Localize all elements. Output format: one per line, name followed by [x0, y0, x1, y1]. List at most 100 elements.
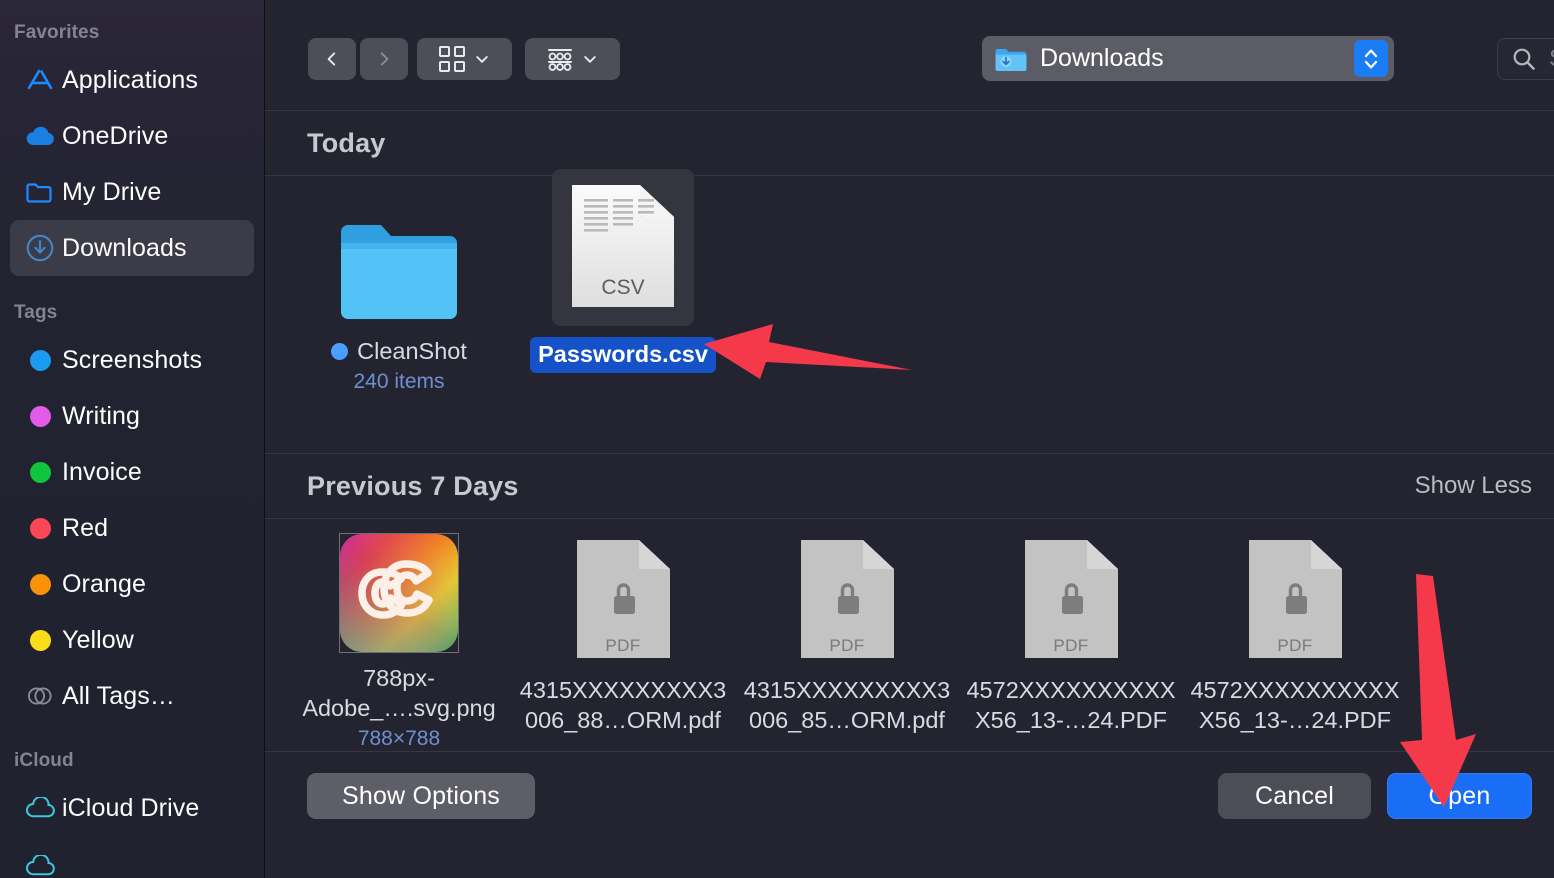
- file-item-pdf-1[interactable]: PDF 4315XXXXXXXXX3 006_88…ORM.pdf: [511, 533, 735, 751]
- sidebar-item-invoice[interactable]: Invoice: [10, 444, 254, 500]
- sidebar-section-header-icloud: iCloud: [14, 750, 74, 771]
- sidebar-item-label: Orange: [62, 569, 146, 598]
- app-store-icon: [18, 65, 62, 95]
- file-label: 4315XXXXXXXXX3 006_85…ORM.pdf: [735, 676, 959, 736]
- sidebar-item-my-drive[interactable]: My Drive: [10, 164, 254, 220]
- sidebar-item-yellow[interactable]: Yellow: [10, 612, 254, 668]
- sidebar-item-icloud-drive[interactable]: iCloud Drive: [10, 780, 254, 836]
- file-name-line1: 4315XXXXXXXXX3: [743, 677, 951, 703]
- sidebar-item-label: Applications: [62, 65, 199, 94]
- group-title: Previous 7 Days: [307, 470, 519, 501]
- sidebar-item-label: Red: [62, 513, 109, 542]
- chevron-down-icon: [476, 56, 488, 63]
- file-type-badge: PDF: [829, 636, 865, 655]
- file-item-pdf-2[interactable]: PDF 4315XXXXXXXXX3 006_85…ORM.pdf: [735, 533, 959, 751]
- path-popup-button[interactable]: Downloads: [982, 36, 1394, 81]
- icloud-outline-icon: [18, 855, 62, 877]
- sidebar-item-label: Yellow: [62, 625, 134, 654]
- tag-dot-icon: [18, 349, 62, 371]
- sidebar-item-writing[interactable]: Writing: [10, 388, 254, 444]
- file-name-line2: Adobe_….svg.png: [302, 695, 496, 722]
- view-options-button[interactable]: [417, 38, 512, 80]
- file-thumbnail: PDF: [1247, 533, 1344, 665]
- locked-pdf-icon: PDF: [1247, 538, 1344, 665]
- toolbar: Downloads Search: [265, 0, 1554, 110]
- sidebar-item-label: OneDrive: [62, 121, 169, 150]
- sidebar-item-screenshots[interactable]: Screenshots: [10, 332, 254, 388]
- sidebar-item-partial-hidden[interactable]: [10, 838, 254, 878]
- download-circle-icon: [18, 233, 62, 263]
- all-tags-icon: [18, 686, 62, 706]
- tag-dot-icon: [18, 573, 62, 595]
- file-subtitle: 240 items: [353, 369, 445, 393]
- blue-folder-icon: [341, 225, 457, 319]
- cancel-button[interactable]: Cancel: [1218, 773, 1371, 819]
- file-item-pdf-4[interactable]: PDF 4572XXXXXXXXXX X56_13-…24.PDF: [1183, 533, 1407, 751]
- file-name-line2: 006_88…ORM.pdf: [525, 706, 721, 733]
- sidebar-item-orange[interactable]: Orange: [10, 556, 254, 612]
- sidebar-item-all-tags[interactable]: All Tags…: [10, 668, 254, 724]
- sidebar-item-applications[interactable]: Applications: [10, 52, 254, 108]
- file-thumbnail: PDF: [799, 533, 896, 665]
- sidebar-item-label: Screenshots: [62, 345, 203, 374]
- group-title: Today: [307, 127, 386, 158]
- file-label: CleanShot 240 items: [287, 337, 511, 394]
- folder-outline-icon: [18, 180, 62, 204]
- locked-pdf-icon: PDF: [1023, 538, 1120, 665]
- tag-dot-icon: [331, 343, 349, 361]
- forward-button[interactable]: [360, 38, 408, 80]
- back-button[interactable]: [308, 38, 356, 80]
- content-pane: Downloads Search Today: [265, 0, 1554, 878]
- file-thumbnail: [339, 533, 459, 654]
- file-thumbnail: CSV: [552, 169, 694, 326]
- file-type-badge: PDF: [605, 636, 641, 655]
- sidebar-item-label: Writing: [62, 401, 141, 430]
- show-less-button[interactable]: Show Less: [1415, 472, 1532, 500]
- file-name-line1: 4572XXXXXXXXXX: [1190, 677, 1400, 703]
- open-button[interactable]: Open: [1387, 773, 1532, 819]
- file-type-badge: PDF: [1277, 636, 1313, 655]
- sidebar-section-header-tags: Tags: [14, 302, 58, 323]
- file-row-previous-7-days: 788px- Adobe_….svg.png 788×788 PDF 4315X…: [265, 519, 1554, 751]
- dialog-button-bar: Show Options Cancel Open: [265, 752, 1554, 840]
- sidebar-item-label: Invoice: [62, 457, 142, 486]
- search-icon: [1513, 48, 1535, 70]
- locked-pdf-icon: PDF: [575, 538, 672, 665]
- file-thumbnail: PDF: [575, 533, 672, 665]
- chevron-up-down-icon[interactable]: [1354, 40, 1388, 77]
- tag-dot-icon: [18, 461, 62, 483]
- adobe-creative-cloud-icon: [339, 533, 459, 654]
- group-by-icon: [548, 49, 572, 71]
- sidebar-item-downloads[interactable]: Downloads: [10, 220, 254, 276]
- cloud-filled-icon: [18, 125, 62, 147]
- file-row-today: CleanShot 240 items CSV Passwords.csv: [265, 169, 1554, 453]
- group-by-button[interactable]: [525, 38, 620, 80]
- file-label: 4572XXXXXXXXXX X56_13-…24.PDF: [1183, 676, 1407, 736]
- icloud-outline-icon: [18, 797, 62, 819]
- file-name-line2: X56_13-…24.PDF: [1198, 706, 1392, 733]
- chevron-left-icon: [327, 52, 336, 66]
- file-name-line1: 4572XXXXXXXXXX: [966, 677, 1176, 703]
- file-name: Passwords.csv: [530, 337, 716, 373]
- show-options-button[interactable]: Show Options: [307, 773, 535, 819]
- file-type-badge: PDF: [1053, 636, 1089, 655]
- group-header-previous-7-days: Previous 7 Days Show Less: [265, 454, 1554, 518]
- file-label: 4572XXXXXXXXXX X56_13-…24.PDF: [959, 676, 1183, 736]
- path-label: Downloads: [1040, 44, 1164, 72]
- grid-view-icon: [439, 46, 465, 72]
- sidebar-item-red[interactable]: Red: [10, 500, 254, 556]
- sidebar-item-onedrive[interactable]: OneDrive: [10, 108, 254, 164]
- file-item-cleanshot[interactable]: CleanShot 240 items: [287, 194, 511, 453]
- file-subtitle: 788×788: [357, 727, 441, 750]
- file-item-adobe-png[interactable]: 788px- Adobe_….svg.png 788×788: [287, 533, 511, 751]
- tag-dot-icon: [18, 405, 62, 427]
- file-name: CleanShot: [357, 338, 467, 364]
- file-item-pdf-3[interactable]: PDF 4572XXXXXXXXXX X56_13-…24.PDF: [959, 533, 1183, 751]
- sidebar-item-label: My Drive: [62, 177, 162, 206]
- file-type-badge: CSV: [601, 276, 645, 299]
- sidebar: Favorites Applications OneDrive My Drive…: [0, 0, 265, 878]
- file-thumbnail: [338, 194, 460, 326]
- search-field[interactable]: Search: [1497, 38, 1554, 80]
- tag-dot-icon: [18, 629, 62, 651]
- file-item-passwords-csv[interactable]: CSV Passwords.csv: [511, 169, 735, 453]
